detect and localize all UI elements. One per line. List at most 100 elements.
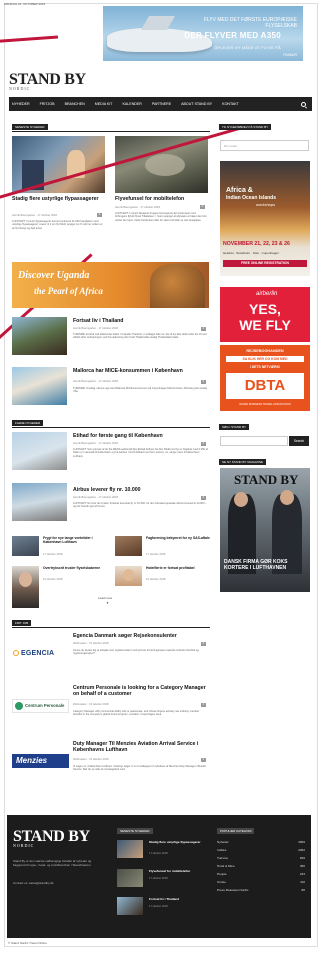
comment-count-3[interactable]: 0 bbox=[201, 327, 206, 331]
post-image-airbus[interactable] bbox=[12, 483, 67, 521]
sidebar-search-button[interactable]: Search bbox=[289, 436, 309, 446]
featured-meta-2: Henrik Baumgarten - 17 oktober 2018 bbox=[115, 206, 160, 209]
post-image-thailand[interactable] bbox=[12, 317, 67, 355]
nav-item-fritjob[interactable]: FRITJOB bbox=[40, 102, 55, 106]
menzies-logo[interactable]: Menzies bbox=[12, 754, 69, 768]
footer-category-item[interactable]: Press Releases Nordic 88 bbox=[217, 888, 305, 892]
nav-item-kontakt[interactable]: KONTAKT bbox=[222, 102, 239, 106]
small-post-image-3[interactable] bbox=[12, 566, 39, 608]
post-title-4[interactable]: Airbus leverer fly nr. 10.000 bbox=[73, 487, 208, 494]
load-more-button[interactable]: Load more bbox=[98, 596, 112, 600]
footer-logo[interactable]: STAND BY NORDIC bbox=[13, 828, 90, 848]
sidebar-search-input[interactable] bbox=[220, 436, 288, 446]
small-post-date-3: 16 oktober 2018 bbox=[43, 578, 63, 581]
footer-category-item[interactable]: People 233 bbox=[217, 872, 305, 876]
newsletter-email-input[interactable]: Din email bbox=[220, 140, 309, 151]
footer-category-item[interactable]: Cruise 110 bbox=[217, 880, 305, 884]
search-icon[interactable] bbox=[301, 101, 306, 107]
section-label-fly: FLERE NYHEDER bbox=[12, 420, 44, 426]
nav-item-kalender[interactable]: KALENDER bbox=[123, 102, 142, 106]
comment-count-5[interactable]: 0 bbox=[201, 442, 206, 446]
footer-category-label: POPULÆR KATEGORI bbox=[217, 828, 255, 834]
footer-recent-label: SENESTE NYHEDER bbox=[117, 828, 153, 834]
comment-count-1[interactable]: 0 bbox=[97, 213, 102, 217]
featured-image-2[interactable] bbox=[115, 136, 208, 193]
job-meta-2: Webmaster - 15 oktober 2018 bbox=[73, 703, 109, 706]
footer-post-title-2[interactable]: Flyvefunsel for mobiltelefon bbox=[149, 869, 204, 874]
airberlin-ad[interactable]: airberlin YES, WE FLY bbox=[220, 287, 310, 342]
job-excerpt-2: Category Manager with commercial ability… bbox=[73, 710, 200, 717]
comment-count-8[interactable]: 0 bbox=[201, 703, 206, 707]
post-meta-4: Henrik Baumgarten - 17 oktober 2018 bbox=[73, 496, 118, 499]
nav-item-partnere[interactable]: PARTNERE bbox=[152, 102, 171, 106]
job-meta-3: Webmaster - 15 oktober 2018 bbox=[73, 758, 109, 761]
job-excerpt-1: Kunne du tænke dig at arbejde som rejsek… bbox=[73, 649, 199, 656]
footer-category-item[interactable]: Nyheder 4569 bbox=[217, 840, 305, 844]
nav-item-branchen[interactable]: BRANCHEN bbox=[65, 102, 85, 106]
uganda-line-2: the Pearl of Africa bbox=[34, 286, 103, 296]
dbta-ad[interactable]: REJSEBOGHANDEN SA KLIK HER OG KOM MED I … bbox=[220, 345, 310, 411]
banner-line-2: DER FLYVER MED A350 bbox=[184, 31, 281, 40]
banner-brand: FINNAIR bbox=[283, 53, 297, 57]
comment-count-2[interactable]: 0 bbox=[200, 205, 205, 209]
magazine-cover[interactable]: STAND BY DANSK FIRMA GØR KOKS KORTERE I … bbox=[220, 468, 310, 592]
comment-count-9[interactable]: 0 bbox=[201, 758, 206, 762]
nav-item-media-kit[interactable]: MEDIA KIT bbox=[95, 102, 113, 106]
section-divider bbox=[12, 427, 210, 428]
footer-contact[interactable]: Contact us: sales@standby.dk bbox=[13, 881, 53, 885]
small-post-title-1[interactable]: Frygt for nye lange ventetider i Københa… bbox=[43, 536, 107, 545]
search-label: SØG I STAND BY bbox=[219, 424, 249, 430]
small-post-title-3[interactable]: Overtrykscrit trusler flyselskaberne bbox=[43, 566, 107, 571]
featured-image-1[interactable] bbox=[12, 136, 105, 193]
small-post-image-1[interactable] bbox=[12, 536, 39, 556]
post-image-etihad[interactable] bbox=[12, 432, 67, 470]
footer-category-item[interactable]: Hotel & Mice 450 bbox=[217, 864, 305, 868]
uganda-banner-ad[interactable]: Discover Uganda the Pearl of Africa bbox=[12, 262, 209, 308]
small-post-date-2: 17 oktober 2018 bbox=[146, 553, 166, 556]
post-title-2[interactable]: Mallorca har MICE-konsummen i København bbox=[73, 368, 208, 375]
comment-count-4[interactable]: 0 bbox=[201, 380, 206, 384]
nav-item-about[interactable]: ABOUT STAND BY bbox=[181, 102, 212, 106]
post-excerpt-4: LUFTFART: Nu hvor de til uden forsæde le… bbox=[73, 502, 207, 509]
section-divider bbox=[12, 627, 210, 628]
post-meta-2: Henrik Baumgarten - 17 oktober 2018 bbox=[73, 380, 118, 383]
footer-post-date-1: 17 oktober 2018 bbox=[149, 852, 168, 855]
top-banner-ad[interactable]: FLYV MED DET FØRSTE EUROPÆISKE FLYSELSKA… bbox=[103, 6, 303, 61]
section-label-latest: SENESTE NYHEDER bbox=[12, 124, 48, 130]
nav-item-nyheder[interactable]: NYHEDER bbox=[12, 102, 30, 106]
footer-post-date-3: 17 oktober 2018 bbox=[149, 905, 168, 908]
footer-post-title-3[interactable]: Fortsat liv i Thailand bbox=[149, 897, 204, 902]
chevron-down-icon[interactable]: ▼ bbox=[106, 601, 109, 605]
centrum-logo[interactable]: Centrum Personale bbox=[12, 699, 69, 713]
comment-count-7[interactable]: 0 bbox=[201, 642, 206, 646]
post-image-mallorca[interactable] bbox=[12, 367, 67, 405]
post-title-1[interactable]: Fortsat liv i Thailand bbox=[73, 318, 208, 325]
comment-count-6[interactable]: 0 bbox=[201, 496, 206, 500]
job-title-3[interactable]: Duty Manager Til Menzies Aviation Arriva… bbox=[73, 741, 208, 754]
footer-post-date-2: 17 oktober 2018 bbox=[149, 877, 168, 880]
footer-category-item[interactable]: Indlæs 2062 bbox=[217, 848, 305, 852]
post-excerpt-2: TURISME: Onsdag i denne uge har Mallorca… bbox=[73, 387, 208, 394]
footer-category-item[interactable]: Turisme 849 bbox=[217, 856, 305, 860]
post-title-3[interactable]: Etihad for første gang til København bbox=[73, 433, 208, 440]
egencia-logo[interactable]: EGENCIA bbox=[12, 645, 69, 663]
job-title-2[interactable]: Centrum Personale is looking for a Categ… bbox=[73, 685, 208, 698]
featured-title-2[interactable]: Flyvefunsel for mobiltelefon bbox=[115, 196, 210, 203]
small-post-image-2[interactable] bbox=[115, 536, 142, 556]
small-post-title-2[interactable]: Fagforening bekymret for ny SAS-aftale bbox=[146, 536, 210, 541]
copyright: © Stand Nordic Travel Online bbox=[8, 941, 47, 945]
small-post-image-4[interactable] bbox=[115, 566, 142, 586]
footer-post-image-3[interactable] bbox=[117, 897, 143, 915]
job-title-1[interactable]: Egencia Danmark søger Rejsekonsulenter bbox=[73, 633, 208, 640]
banner-line-3: OPLEVER NY MÅDE AT FLYVE PÅ bbox=[214, 46, 281, 50]
africa-workshop-ad[interactable]: Africa & Indian Ocean Islands workshops … bbox=[220, 161, 310, 276]
small-post-title-4[interactable]: Hotelfierie er fortsat profitabel bbox=[146, 566, 210, 571]
footer: STAND BY NORDIC Stand By er den største … bbox=[7, 815, 311, 938]
post-excerpt-3: LUFTFART: Som primær af de fire MENA-sek… bbox=[73, 448, 208, 458]
footer-post-title-1[interactable]: Stadig flere ustyrlige flypassagerer bbox=[149, 840, 204, 845]
featured-title-1[interactable]: Stadig flere ustyrlige flypassagerer bbox=[12, 196, 107, 203]
small-post-date-1: 17 oktober 2018 bbox=[43, 553, 63, 556]
footer-post-image-1[interactable] bbox=[117, 840, 143, 858]
site-logo[interactable]: STAND BY NORDIC bbox=[9, 71, 86, 91]
footer-post-image-2[interactable] bbox=[117, 869, 143, 887]
